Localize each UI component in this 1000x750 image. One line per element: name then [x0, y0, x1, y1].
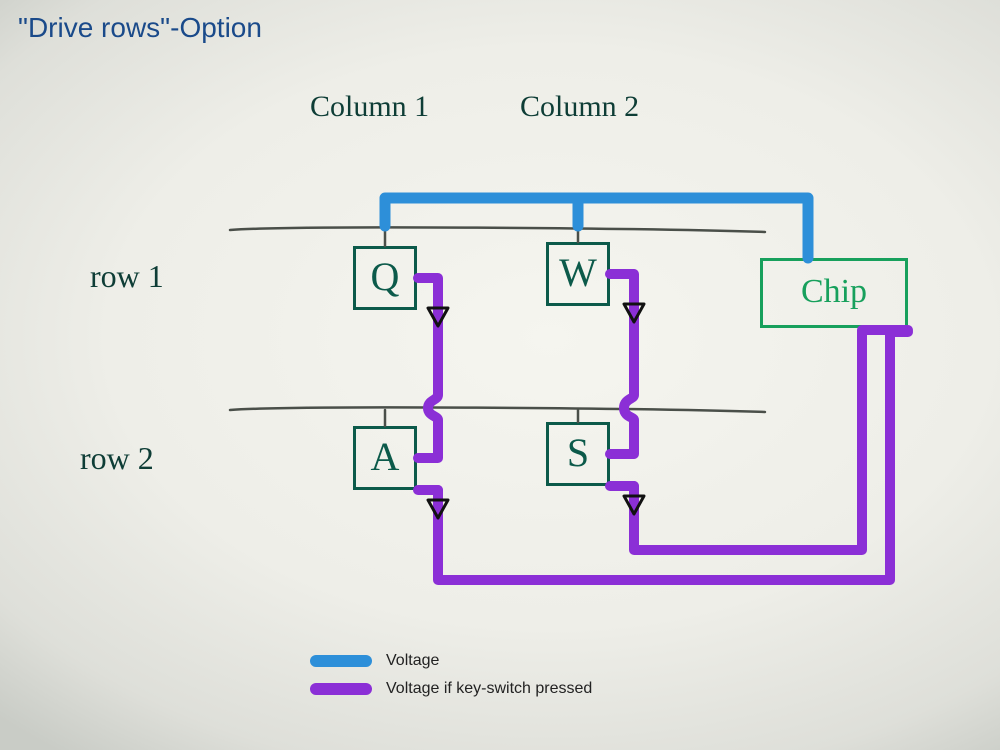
- legend-voltage-pressed-label: Voltage if key-switch pressed: [386, 680, 592, 698]
- diode-w-icon: [624, 304, 644, 322]
- key-s: S: [546, 422, 610, 486]
- diagram-canvas: "Drive rows"-Option Column 1 Column 2 ro…: [0, 0, 1000, 750]
- legend-voltage-pressed: Voltage if key-switch pressed: [310, 680, 592, 698]
- key-a: A: [353, 426, 417, 490]
- chip: Chip: [760, 258, 908, 328]
- pencil-row2: [230, 407, 765, 412]
- column-2-label: Column 2: [520, 90, 639, 124]
- diode-a-icon: [428, 500, 448, 518]
- row-1-label: row 1: [90, 258, 164, 295]
- legend-voltage-label: Voltage: [386, 652, 439, 670]
- page-title: "Drive rows"-Option: [18, 12, 262, 44]
- wiring-overlay: [0, 0, 1000, 750]
- legend-voltage: Voltage: [310, 652, 592, 670]
- row-2-label: row 2: [80, 440, 154, 477]
- legend: Voltage Voltage if key-switch pressed: [310, 652, 592, 708]
- diode-q-icon: [428, 308, 448, 326]
- pencil-row1: [230, 227, 765, 232]
- key-w: W: [546, 242, 610, 306]
- legend-voltage-swatch: [310, 655, 372, 667]
- key-q: Q: [353, 246, 417, 310]
- diode-s-icon: [624, 496, 644, 514]
- legend-voltage-pressed-swatch: [310, 683, 372, 695]
- column-1-label: Column 1: [310, 90, 429, 124]
